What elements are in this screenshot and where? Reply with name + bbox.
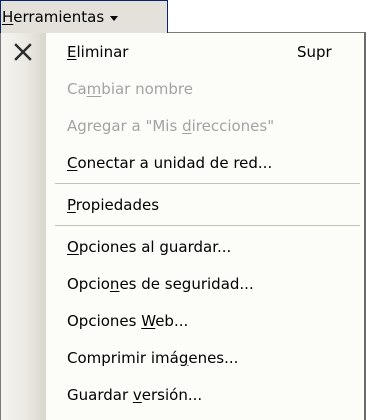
menu-item-label: Eliminar	[67, 42, 129, 61]
menu-item-label: Opciones de seguridad...	[67, 274, 254, 293]
menu-item-label: Comprimir imágenes...	[67, 348, 239, 367]
delete-x-icon	[14, 43, 32, 61]
menu-item-label: Opciones Web...	[67, 311, 189, 330]
menu-title-accel: H	[2, 8, 14, 26]
menu-item-label: Opciones al guardar...	[67, 237, 232, 256]
menu-item-opciones-de-seguridad[interactable]: Opciones de seguridad...	[1, 265, 364, 302]
menu-item-guardar-version[interactable]: Guardar versión...	[1, 376, 364, 413]
menu-herramientas[interactable]: Herramientas	[0, 0, 168, 33]
menu-item-shortcut: Supr	[297, 42, 332, 61]
menu-item-label: Guardar versión...	[67, 385, 203, 404]
menu-title-rest: erramientas	[13, 8, 105, 26]
menu-items: Eliminar Supr Cambiar nombre Agregar a "…	[1, 33, 364, 413]
menu-item-opciones-al-guardar[interactable]: Opciones al guardar...	[1, 228, 364, 265]
menu-item-agregar-mis-direcciones: Agregar a "Mis direcciones"	[1, 107, 364, 144]
menu-title-label: Herramientas	[2, 8, 104, 26]
menu-item-opciones-web[interactable]: Opciones Web...	[1, 302, 364, 339]
menu-item-label: Cambiar nombre	[67, 79, 193, 98]
screenshot-stage: Herramientas Eliminar Supr Cambiar nombr…	[0, 0, 370, 420]
menu-item-eliminar[interactable]: Eliminar Supr	[1, 33, 364, 70]
dropdown-menu: Eliminar Supr Cambiar nombre Agregar a "…	[0, 32, 366, 420]
menu-item-propiedades[interactable]: Propiedades	[1, 186, 364, 223]
menu-item-conectar-unidad-red[interactable]: Conectar a unidad de red...	[1, 144, 364, 181]
menu-item-comprimir-imagenes[interactable]: Comprimir imágenes...	[1, 339, 364, 376]
chevron-down-icon	[110, 15, 119, 21]
menu-item-label: Agregar a "Mis direcciones"	[67, 116, 275, 135]
menu-item-label: Conectar a unidad de red...	[67, 153, 273, 172]
menu-item-cambiar-nombre: Cambiar nombre	[1, 70, 364, 107]
menu-item-label: Propiedades	[67, 195, 160, 214]
